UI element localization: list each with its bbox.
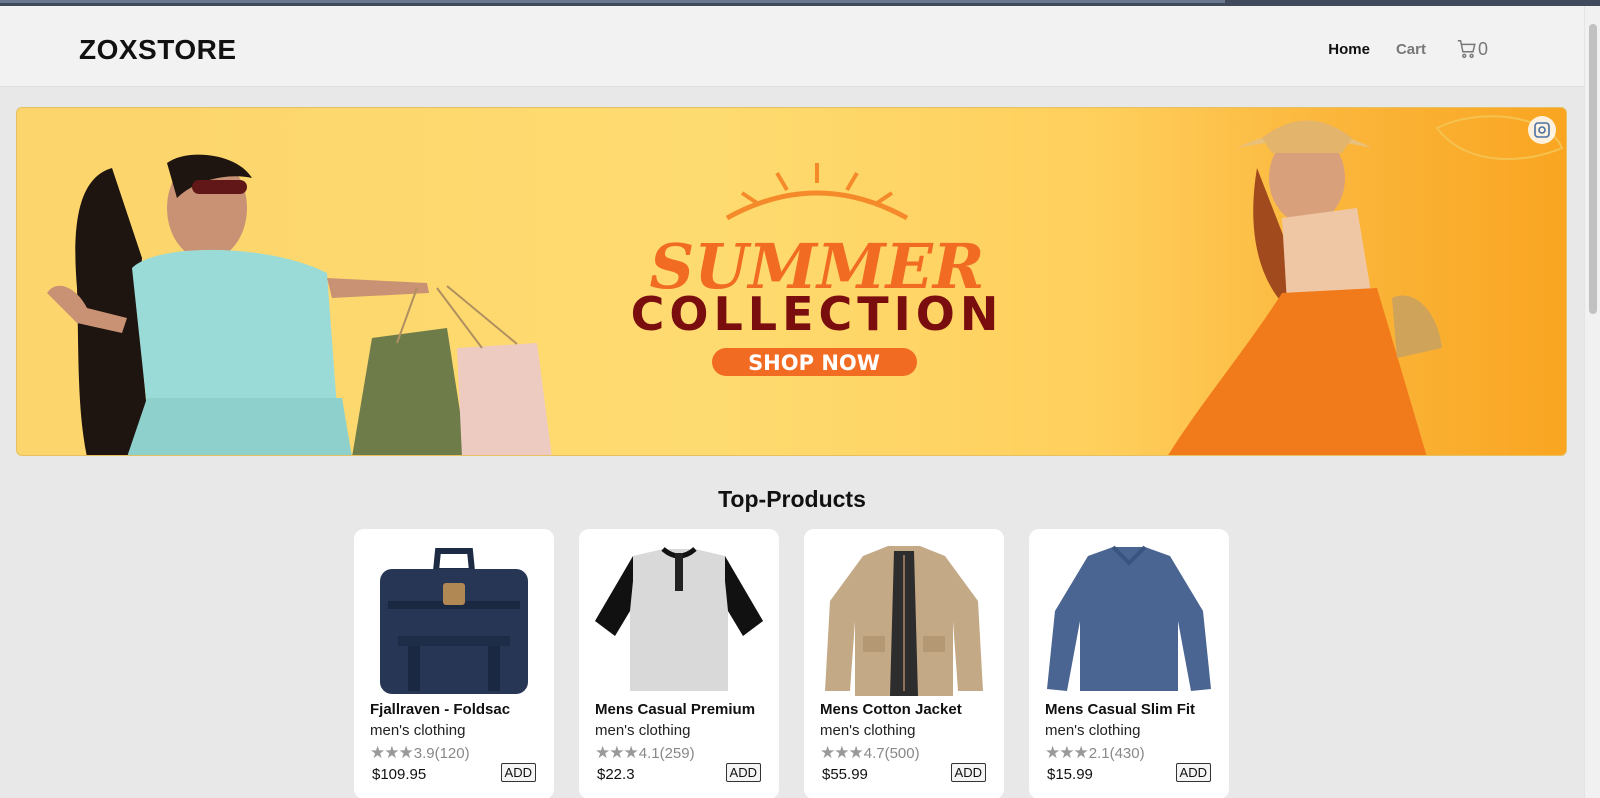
star-icons: ★★★ (820, 743, 864, 762)
svg-text:SHOP NOW: SHOP NOW (748, 351, 880, 375)
nav-links: Home Cart 0 (1302, 38, 1488, 60)
product-card[interactable]: Mens Cotton Jacket men's clothing ★★★ 4.7… (804, 529, 1004, 798)
rating-count: (259) (659, 744, 695, 762)
svg-text:COLLECTION: COLLECTION (631, 287, 1004, 341)
vertical-scrollbar-thumb[interactable] (1589, 24, 1597, 314)
add-to-cart-button[interactable]: ADD (950, 763, 986, 782)
rating-count: (500) (884, 744, 920, 762)
scan-icon[interactable] (1528, 116, 1556, 144)
product-title[interactable]: Fjallraven - Foldsac (370, 701, 510, 718)
product-list: Fjallraven - Foldsac men's clothing ★★★ 3… (354, 529, 1254, 798)
section-title: Top-Products (718, 486, 866, 512)
product-rating: ★★★ 4.1 (259) (595, 743, 695, 763)
product-price: $15.99 (1047, 766, 1093, 783)
product-category: men's clothing (1045, 722, 1141, 739)
product-price: $55.99 (822, 766, 868, 783)
cart-count: 0 (1477, 38, 1488, 59)
product-category: men's clothing (595, 722, 691, 739)
vertical-scrollbar[interactable] (1584, 6, 1600, 798)
cart-icon (1457, 40, 1476, 59)
product-title[interactable]: Mens Casual Slim Fit (1045, 701, 1195, 718)
hero-banner[interactable]: SUMMER COLLECTION SHOP NOW (16, 107, 1567, 456)
product-rating: ★★★ 2.1 (430) (1045, 743, 1145, 763)
add-to-cart-button[interactable]: ADD (1175, 763, 1211, 782)
horizontal-scrollbar-thumb[interactable] (0, 0, 1225, 3)
nav-home-link[interactable]: Home (1328, 41, 1370, 58)
add-to-cart-button[interactable]: ADD (500, 763, 536, 782)
product-card[interactable]: Mens Casual Premium men's clothing ★★★ 4.… (579, 529, 779, 798)
star-icons: ★★★ (595, 743, 639, 762)
product-card[interactable]: Mens Casual Slim Fit men's clothing ★★★ 2… (1029, 529, 1229, 798)
cart-button[interactable]: 0 (1456, 38, 1488, 60)
product-title[interactable]: Mens Casual Premium (595, 701, 755, 718)
product-price: $109.95 (372, 766, 427, 783)
product-image-jacket (825, 546, 983, 696)
banner-image: SUMMER COLLECTION SHOP NOW (47, 115, 1564, 455)
star-icons: ★★★ (370, 743, 414, 762)
product-image-backpack (380, 548, 528, 694)
product-price: $22.3 (597, 766, 635, 783)
star-icons: ★★★ (1045, 743, 1089, 762)
brand-logo[interactable]: ZOXSTORE (79, 34, 237, 66)
product-rating: ★★★ 3.9 (120) (370, 743, 470, 763)
product-category: men's clothing (370, 722, 466, 739)
navbar: ZOXSTORE Home Cart 0 (0, 6, 1584, 87)
rating-value: 2.1 (1088, 744, 1110, 762)
product-title[interactable]: Mens Cotton Jacket (820, 701, 962, 718)
product-category: men's clothing (820, 722, 916, 739)
rating-count: (120) (434, 744, 470, 762)
product-rating: ★★★ 4.7 (500) (820, 743, 920, 763)
rating-value: 4.7 (863, 744, 885, 762)
product-image-longsleeve (1047, 545, 1211, 691)
rating-count: (430) (1109, 744, 1145, 762)
add-to-cart-button[interactable]: ADD (725, 763, 761, 782)
rating-value: 3.9 (413, 744, 435, 762)
product-image-henley (595, 547, 763, 691)
nav-cart-link[interactable]: Cart (1396, 41, 1426, 58)
rating-value: 4.1 (638, 744, 660, 762)
product-card[interactable]: Fjallraven - Foldsac men's clothing ★★★ 3… (354, 529, 554, 798)
